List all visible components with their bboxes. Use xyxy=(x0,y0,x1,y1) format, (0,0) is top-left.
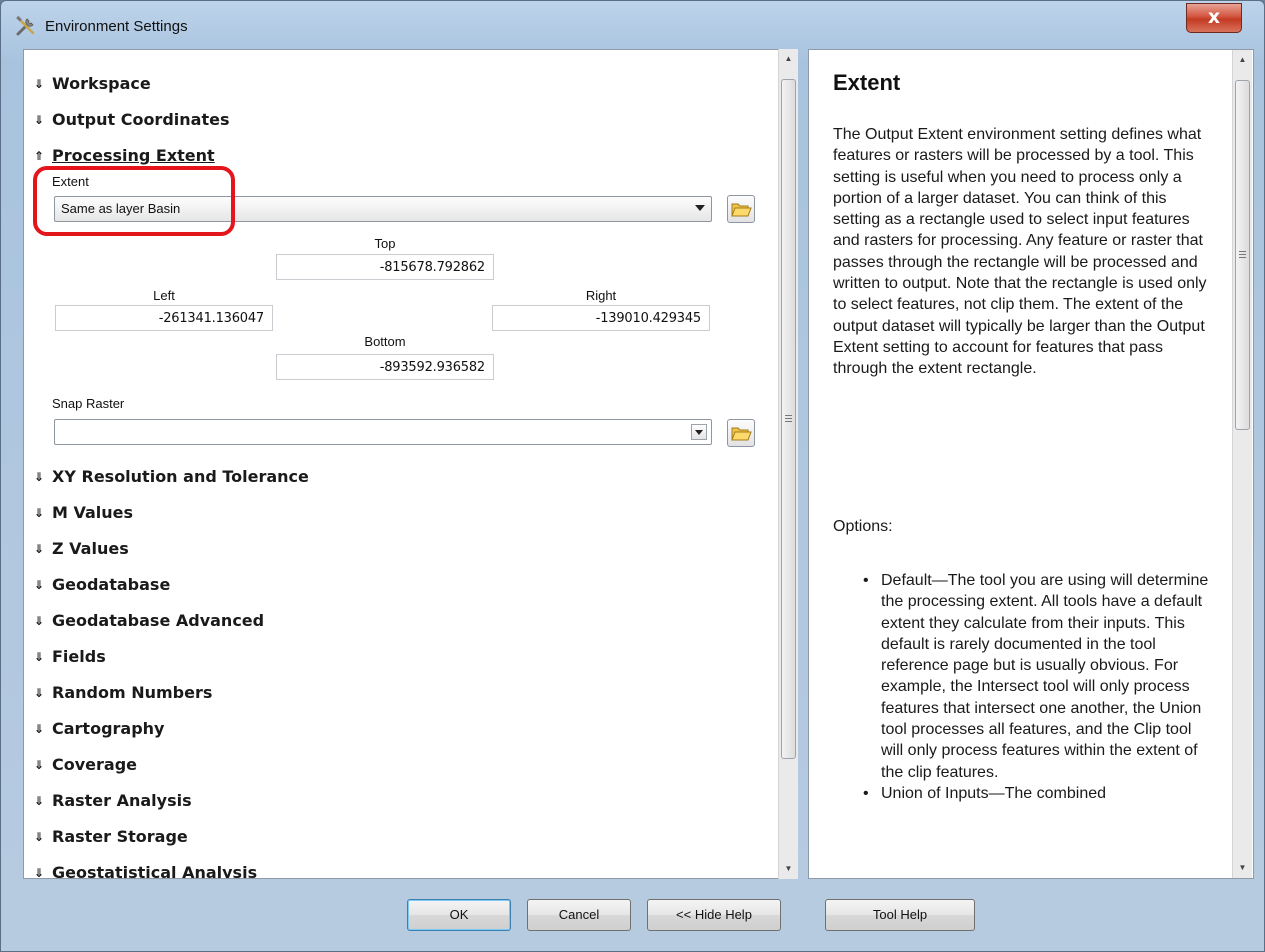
chevron-double-down-icon: ⇓ xyxy=(34,829,45,844)
chevron-double-down-icon: ⇓ xyxy=(34,505,45,520)
right-field[interactable]: -139010.429345 xyxy=(492,305,710,331)
list-item: Default—The tool you are using will dete… xyxy=(863,570,1217,783)
section-label: Geodatabase Advanced xyxy=(52,611,265,630)
hide-help-button[interactable]: << Hide Help xyxy=(647,899,781,931)
extent-label: Extent xyxy=(52,174,89,189)
section-geodatabase[interactable]: ⇓ Geodatabase xyxy=(34,575,170,594)
section-label: Fields xyxy=(52,647,106,666)
section-raster-storage[interactable]: ⇓ Raster Storage xyxy=(34,827,188,846)
section-geodatabase-advanced[interactable]: ⇓ Geodatabase Advanced xyxy=(34,611,264,630)
chevron-double-down-icon: ⇓ xyxy=(34,685,45,700)
ok-button[interactable]: OK xyxy=(407,899,511,931)
bottom-label: Bottom xyxy=(364,334,406,349)
help-body: The Output Extent environment setting de… xyxy=(833,126,1207,378)
section-label: Z Values xyxy=(52,539,129,558)
tool-help-button[interactable]: Tool Help xyxy=(825,899,975,931)
extent-dropdown[interactable]: Same as layer Basin xyxy=(54,196,712,222)
section-label: Coverage xyxy=(52,755,138,774)
section-m-values[interactable]: ⇓ M Values xyxy=(34,503,133,522)
section-label: Cartography xyxy=(52,719,165,738)
section-label: Processing Extent xyxy=(52,146,215,165)
section-workspace[interactable]: ⇓ Workspace xyxy=(34,74,151,93)
open-folder-icon xyxy=(731,427,752,441)
extent-browse-button[interactable] xyxy=(727,195,755,223)
list-item: Union of Inputs—The combined xyxy=(863,783,1217,805)
section-raster-analysis[interactable]: ⇓ Raster Analysis xyxy=(34,791,192,810)
tools-icon xyxy=(15,15,37,37)
environment-settings-window: Environment Settings x ⇓ Workspace ⇓ Out… xyxy=(0,0,1265,952)
top-field[interactable]: -815678.792862 xyxy=(276,254,494,280)
chevron-down-icon xyxy=(695,205,705,211)
top-label: Top xyxy=(374,236,396,251)
left-label: Left xyxy=(153,288,175,303)
grip-icon xyxy=(785,415,792,422)
snap-raster-browse-button[interactable] xyxy=(727,419,755,447)
section-fields[interactable]: ⇓ Fields xyxy=(34,647,106,666)
chevron-double-down-icon: ⇓ xyxy=(34,469,45,484)
bottom-field[interactable]: -893592.936582 xyxy=(276,354,494,380)
help-options-heading: Options: xyxy=(833,518,893,535)
help-options-list: Default—The tool you are using will dete… xyxy=(863,570,1217,805)
chevron-down-icon xyxy=(691,424,707,440)
right-label: Right xyxy=(585,288,617,303)
chevron-double-down-icon: ⇓ xyxy=(34,721,45,736)
section-label: Geodatabase xyxy=(52,575,171,594)
settings-scrollbar[interactable]: ▲ ▼ xyxy=(778,49,798,879)
grip-icon xyxy=(1239,251,1246,258)
scroll-up-icon[interactable]: ▲ xyxy=(779,49,798,69)
window-title: Environment Settings xyxy=(45,18,188,35)
section-label: Raster Analysis xyxy=(52,791,192,810)
cancel-button[interactable]: Cancel xyxy=(527,899,631,931)
scroll-down-icon[interactable]: ▼ xyxy=(1233,858,1252,878)
chevron-double-down-icon: ⇓ xyxy=(34,613,45,628)
settings-scroll-thumb[interactable] xyxy=(781,79,796,759)
chevron-double-down-icon: ⇓ xyxy=(34,757,45,772)
section-random-numbers[interactable]: ⇓ Random Numbers xyxy=(34,683,212,702)
scroll-down-icon[interactable]: ▼ xyxy=(779,859,798,879)
section-label: Raster Storage xyxy=(52,827,188,846)
help-scroll-thumb[interactable] xyxy=(1235,80,1250,430)
chevron-double-up-icon: ⇑ xyxy=(34,148,45,163)
section-label: Geostatistical Analysis xyxy=(52,863,258,879)
section-label: Output Coordinates xyxy=(52,110,230,129)
help-pane: Extent The Output Extent environment set… xyxy=(808,49,1254,879)
section-geostatistical-analysis[interactable]: ⇓ Geostatistical Analysis xyxy=(34,863,258,879)
chevron-double-down-icon: ⇓ xyxy=(34,649,45,664)
section-output-coordinates[interactable]: ⇓ Output Coordinates xyxy=(34,110,229,129)
help-title: Extent xyxy=(833,70,901,95)
section-processing-extent[interactable]: ⇑ Processing Extent xyxy=(34,146,215,165)
extent-dropdown-value: Same as layer Basin xyxy=(61,201,181,216)
section-label: Workspace xyxy=(52,74,151,93)
section-label: M Values xyxy=(52,503,134,522)
section-coverage[interactable]: ⇓ Coverage xyxy=(34,755,137,774)
section-cartography[interactable]: ⇓ Cartography xyxy=(34,719,164,738)
section-label: XY Resolution and Tolerance xyxy=(52,467,309,486)
open-folder-icon xyxy=(731,203,752,217)
chevron-double-down-icon: ⇓ xyxy=(34,865,45,879)
left-field[interactable]: -261341.136047 xyxy=(55,305,273,331)
section-xy-resolution-and-tolerance[interactable]: ⇓ XY Resolution and Tolerance xyxy=(34,467,309,486)
scroll-up-icon[interactable]: ▲ xyxy=(1233,50,1252,70)
section-label: Random Numbers xyxy=(52,683,213,702)
chevron-double-down-icon: ⇓ xyxy=(34,577,45,592)
chevron-double-down-icon: ⇓ xyxy=(34,541,45,556)
help-scrollbar[interactable]: ▲ ▼ xyxy=(1232,50,1252,878)
close-button[interactable]: x xyxy=(1186,3,1242,33)
snap-raster-label: Snap Raster xyxy=(52,396,125,411)
section-z-values[interactable]: ⇓ Z Values xyxy=(34,539,129,558)
chevron-double-down-icon: ⇓ xyxy=(34,76,45,91)
snap-raster-dropdown[interactable] xyxy=(54,419,712,445)
settings-pane[interactable]: ⇓ Workspace ⇓ Output Coordinates ⇑ Proce… xyxy=(23,49,778,879)
chevron-double-down-icon: ⇓ xyxy=(34,793,45,808)
chevron-double-down-icon: ⇓ xyxy=(34,112,45,127)
title-bar[interactable]: Environment Settings x xyxy=(1,1,1264,49)
